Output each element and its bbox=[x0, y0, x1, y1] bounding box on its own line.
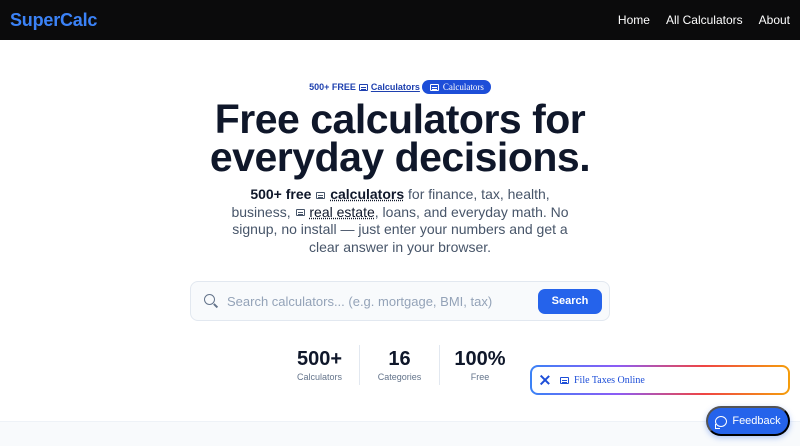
file-taxes-banner-inner: File Taxes Online bbox=[532, 367, 788, 393]
eyebrow-calculators-link[interactable]: Calculators bbox=[371, 82, 420, 92]
close-icon[interactable] bbox=[540, 375, 550, 385]
hero-title: Free calculators for everyday decisions. bbox=[0, 99, 800, 178]
subtitle-bold-prefix: 500+ free bbox=[250, 186, 312, 202]
subtitle-real-estate-link[interactable]: real estate bbox=[309, 204, 374, 220]
hero-section: 500+ FREE Calculators Calculators Free c… bbox=[0, 40, 800, 421]
stat-value: 500+ bbox=[296, 348, 343, 370]
calculator-icon bbox=[295, 209, 305, 217]
feedback-button[interactable]: Feedback bbox=[706, 406, 790, 436]
pill-label: Calculators bbox=[442, 82, 484, 92]
file-taxes-label: File Taxes Online bbox=[574, 374, 645, 386]
hero-subtitle: 500+ free calculators for finance, tax, … bbox=[220, 186, 580, 256]
search-icon bbox=[203, 293, 219, 309]
stat-label: Categories bbox=[377, 372, 422, 382]
file-taxes-link[interactable]: File Taxes Online bbox=[559, 375, 645, 386]
feedback-label: Feedback bbox=[732, 415, 781, 427]
nav-all-calculators-link[interactable]: All Calculators bbox=[666, 13, 743, 27]
stat-label: Calculators bbox=[296, 372, 343, 382]
nav-about-link[interactable]: About bbox=[759, 13, 790, 27]
calculators-pill-button[interactable]: Calculators bbox=[421, 80, 491, 94]
stat-value: 100% bbox=[454, 348, 506, 370]
hero-title-line2: everyday decisions. bbox=[209, 134, 591, 180]
subtitle-calculators-link[interactable]: calculators bbox=[330, 186, 404, 202]
top-navbar: SuperCalc Home All Calculators About bbox=[0, 0, 800, 40]
chat-bubble-icon bbox=[715, 415, 728, 429]
stat-label: Free bbox=[470, 372, 490, 382]
next-section-band bbox=[0, 421, 800, 446]
calculator-icon bbox=[316, 191, 326, 199]
stat-calculators: 500+ Calculators bbox=[280, 345, 360, 385]
search-input[interactable] bbox=[227, 293, 538, 309]
calculator-icon bbox=[429, 83, 439, 91]
hero-eyebrow: 500+ FREE Calculators Calculators bbox=[0, 80, 800, 94]
stats-row: 500+ Calculators 16 Categories 100% Free bbox=[280, 345, 520, 385]
nav-home-link[interactable]: Home bbox=[618, 13, 650, 27]
stat-categories: 16 Categories bbox=[360, 345, 440, 385]
eyebrow-prefix: 500+ FREE bbox=[309, 82, 356, 92]
calculator-icon bbox=[560, 376, 569, 384]
search-button[interactable]: Search bbox=[538, 288, 602, 314]
calculator-icon bbox=[358, 83, 368, 91]
stat-value: 16 bbox=[388, 348, 411, 370]
stat-free: 100% Free bbox=[440, 345, 520, 385]
main-nav: Home All Calculators About bbox=[618, 13, 790, 27]
file-taxes-banner: File Taxes Online bbox=[530, 365, 790, 395]
search-bar: Search bbox=[190, 281, 610, 321]
brand-logo[interactable]: SuperCalc bbox=[10, 10, 97, 31]
